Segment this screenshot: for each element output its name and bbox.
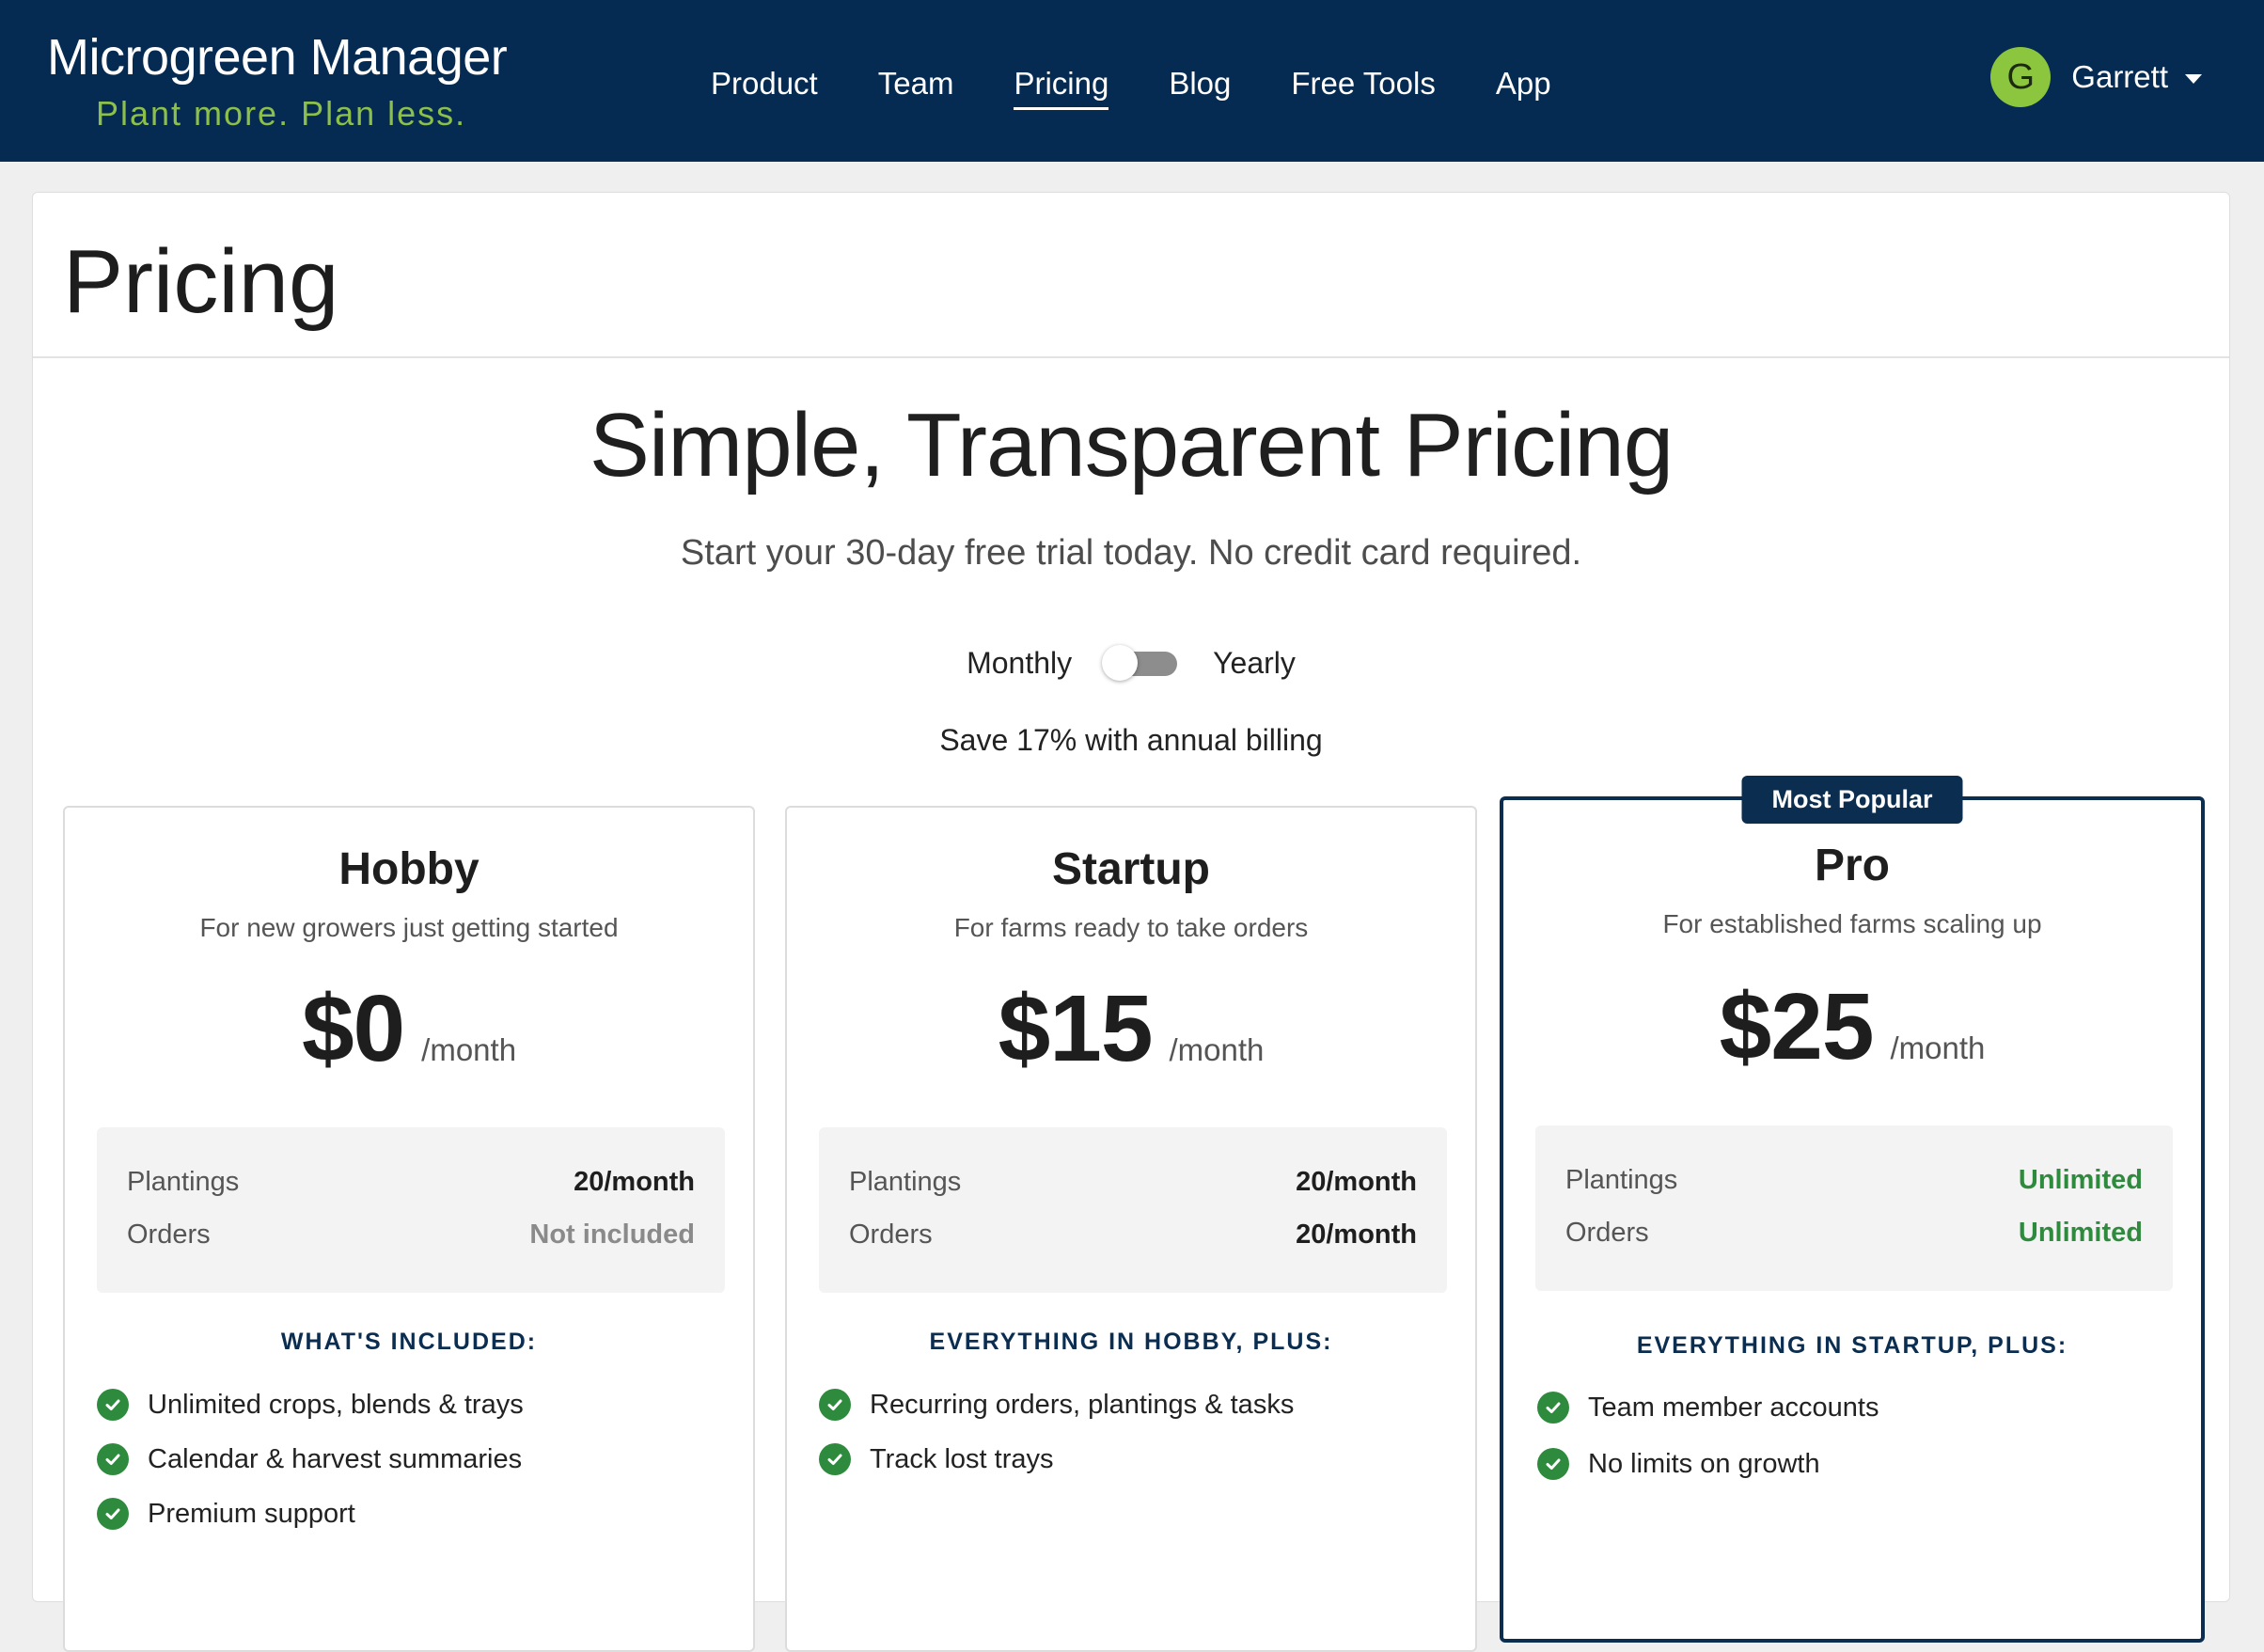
limit-value: Unlimited — [2018, 1165, 2143, 1195]
monthly-label[interactable]: Monthly — [967, 646, 1072, 681]
limit-row-orders: Orders Unlimited — [1565, 1218, 2143, 1249]
limit-value: 20/month — [1296, 1167, 1417, 1197]
features-heading: EVERYTHING IN STARTUP, PLUS: — [1636, 1332, 2068, 1359]
feature-text: No limits on growth — [1588, 1448, 1820, 1479]
brand-logo[interactable]: Microgreen Manager Plant more. Plan less… — [47, 28, 508, 134]
toggle-knob — [1102, 644, 1139, 681]
plan-card-pro: Most Popular Pro For established farms s… — [1500, 776, 2205, 1643]
limit-value: 20/month — [574, 1167, 695, 1197]
top-navbar: Microgreen Manager Plant more. Plan less… — [0, 0, 2264, 162]
limit-row-plantings: Plantings Unlimited — [1565, 1165, 2143, 1196]
user-name: Garrett — [2071, 59, 2168, 94]
list-item: Team member accounts — [1537, 1379, 1879, 1436]
price-row: $0 /month — [65, 975, 753, 1083]
annual-savings-note: Save 17% with annual billing — [939, 723, 1323, 757]
yearly-label[interactable]: Yearly — [1213, 646, 1296, 681]
check-circle-icon — [819, 1443, 851, 1475]
plan-name: Pro — [1814, 841, 1890, 890]
feature-text: Unlimited crops, blends & trays — [148, 1389, 524, 1420]
nav-item-app[interactable]: App — [1496, 66, 1551, 110]
hero-title: Simple, Transparent Pricing — [589, 395, 1674, 496]
limit-value: Unlimited — [2018, 1218, 2143, 1248]
list-item: Recurring orders, plantings & tasks — [819, 1377, 1294, 1432]
plan-name: Startup — [1052, 844, 1210, 894]
check-circle-icon — [1537, 1392, 1569, 1424]
list-item: Premium support — [97, 1487, 524, 1541]
list-item: Unlimited crops, blends & trays — [97, 1377, 524, 1432]
plan-description: For established farms scaling up — [1662, 909, 2042, 938]
billing-toggle-row: Monthly Yearly — [33, 644, 2229, 681]
price-period: /month — [1169, 1032, 1265, 1067]
plan-description: For new growers just getting started — [199, 913, 619, 942]
plan-limits: Plantings 20/month Orders Not included — [97, 1127, 725, 1293]
check-circle-icon — [819, 1389, 851, 1421]
limit-label: Orders — [127, 1219, 211, 1250]
list-item: No limits on growth — [1537, 1436, 1879, 1492]
plan-card-startup: Startup For farms ready to take orders $… — [785, 806, 1477, 1652]
limit-value: 20/month — [1296, 1219, 1417, 1250]
price-period: /month — [421, 1032, 517, 1067]
avatar: G — [1990, 47, 2052, 107]
list-item: Calendar & harvest summaries — [97, 1432, 524, 1487]
price-row: $15 /month — [787, 975, 1475, 1083]
brand-tagline: Plant more. Plan less. — [96, 94, 467, 133]
limit-row-plantings: Plantings 20/month — [127, 1167, 695, 1198]
limit-label: Plantings — [127, 1167, 240, 1197]
main-nav: Product Team Pricing Blog Free Tools App — [711, 66, 1612, 110]
check-circle-icon — [97, 1443, 129, 1475]
feature-text: Track lost trays — [870, 1443, 1054, 1474]
plan-card-hobby: Hobby For new growers just getting start… — [63, 806, 755, 1652]
limit-row-orders: Orders Not included — [127, 1219, 695, 1251]
feature-text: Premium support — [148, 1498, 355, 1529]
limit-value: Not included — [529, 1219, 695, 1250]
most-popular-badge: Most Popular — [1741, 776, 1963, 824]
chevron-down-icon — [2185, 74, 2202, 84]
plan-limits: Plantings Unlimited Orders Unlimited — [1535, 1125, 2173, 1291]
nav-item-pricing[interactable]: Pricing — [1014, 66, 1109, 110]
nav-item-blog[interactable]: Blog — [1169, 66, 1231, 110]
limit-label: Orders — [849, 1219, 933, 1250]
page-title: Pricing — [63, 231, 339, 332]
features-heading: EVERYTHING IN HOBBY, PLUS: — [929, 1329, 1333, 1355]
hero-subtitle: Start your 30-day free trial today. No c… — [680, 533, 1582, 573]
nav-item-team[interactable]: Team — [878, 66, 954, 110]
check-circle-icon — [97, 1498, 129, 1530]
features-heading: WHAT'S INCLUDED: — [280, 1329, 538, 1355]
feature-text: Calendar & harvest summaries — [148, 1443, 523, 1474]
limit-row-plantings: Plantings 20/month — [849, 1167, 1417, 1198]
plan-price: $0 — [301, 976, 405, 1081]
feature-list: Team member accounts No limits on growth — [1537, 1379, 1879, 1492]
limit-label: Plantings — [1565, 1165, 1678, 1195]
plan-price: $15 — [998, 976, 1154, 1081]
plan-price: $25 — [1719, 974, 1875, 1079]
plan-description: For farms ready to take orders — [953, 913, 1309, 942]
feature-text: Team member accounts — [1588, 1392, 1879, 1423]
check-circle-icon — [1537, 1448, 1569, 1480]
list-item: Track lost trays — [819, 1432, 1294, 1487]
user-menu[interactable]: G Garrett — [1990, 47, 2202, 107]
feature-list: Unlimited crops, blends & trays Calendar… — [97, 1377, 524, 1541]
nav-item-product[interactable]: Product — [711, 66, 818, 110]
price-period: /month — [1890, 1031, 1986, 1065]
divider — [33, 356, 2229, 358]
limit-label: Orders — [1565, 1218, 1649, 1248]
feature-text: Recurring orders, plantings & tasks — [870, 1389, 1295, 1420]
billing-period-toggle[interactable] — [1102, 644, 1178, 681]
limit-label: Plantings — [849, 1167, 962, 1197]
price-row: $25 /month — [1503, 973, 2201, 1081]
nav-item-free-tools[interactable]: Free Tools — [1291, 66, 1435, 110]
limit-row-orders: Orders 20/month — [849, 1219, 1417, 1251]
feature-list: Recurring orders, plantings & tasks Trac… — [819, 1377, 1294, 1487]
brand-title: Microgreen Manager — [47, 29, 508, 86]
plan-name: Hobby — [338, 844, 480, 894]
plan-limits: Plantings 20/month Orders 20/month — [819, 1127, 1447, 1293]
check-circle-icon — [97, 1389, 129, 1421]
pricing-panel: Pricing Simple, Transparent Pricing Star… — [32, 192, 2230, 1652]
